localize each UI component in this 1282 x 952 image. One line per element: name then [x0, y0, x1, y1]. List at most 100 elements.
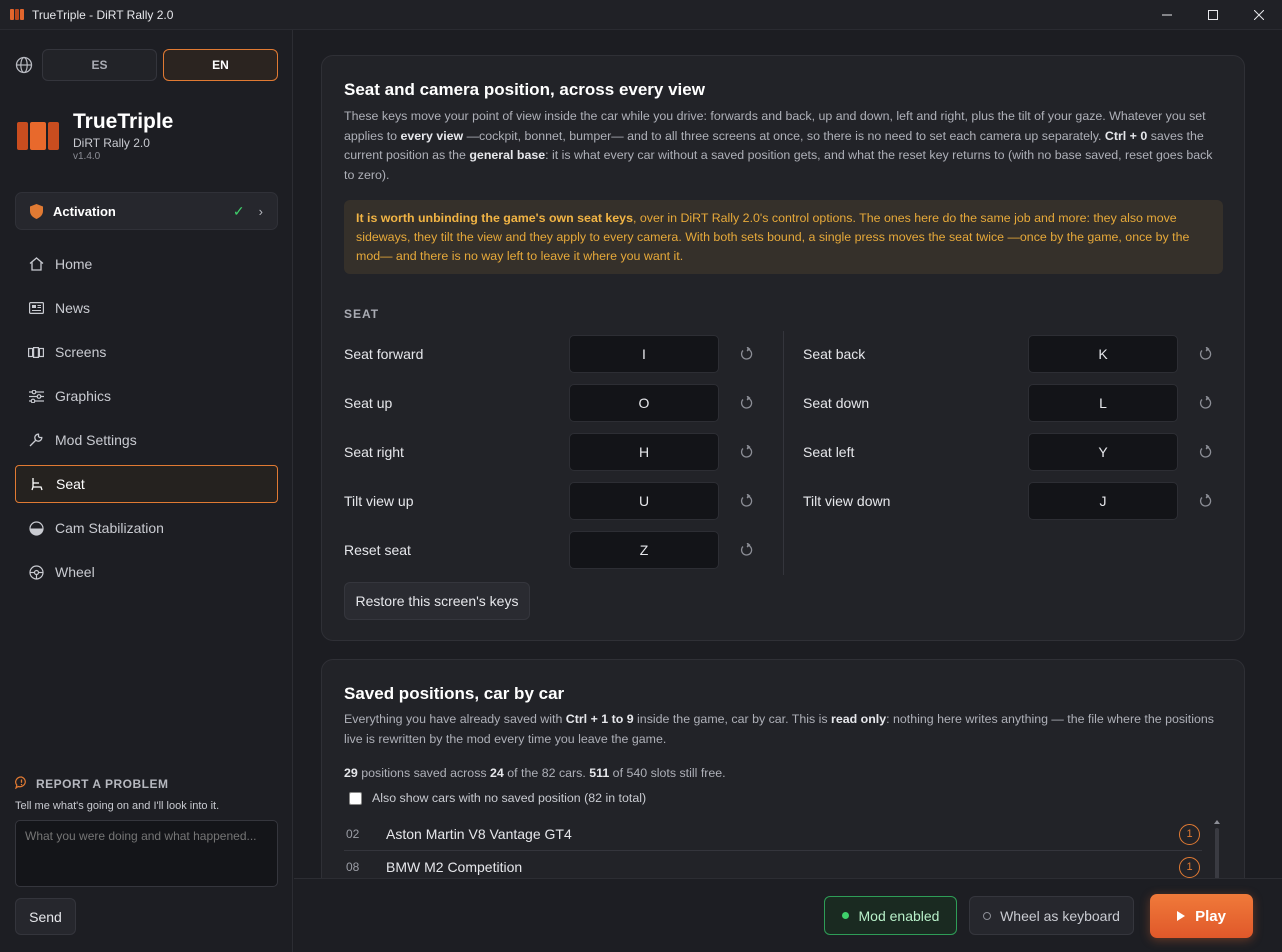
key-row-reset-seat: Reset seat Z — [344, 531, 754, 569]
key-row-tilt-view-down: Tilt view down J — [803, 482, 1213, 520]
sidebar-item-mod-settings[interactable]: Mod Settings — [15, 421, 278, 459]
sidebar-item-label: Wheel — [55, 564, 95, 580]
brand-version: v1.4.0 — [73, 151, 101, 162]
key-binding[interactable]: I — [569, 335, 719, 373]
sidebar-item-seat[interactable]: Seat — [15, 465, 278, 503]
seat-card-description: These keys move your point of view insid… — [344, 109, 1213, 182]
sidebar-item-label: Seat — [56, 476, 85, 492]
close-icon[interactable] — [1236, 0, 1282, 30]
title-bar: TrueTriple - DiRT Rally 2.0 — [0, 0, 1282, 30]
show-all-checkbox[interactable] — [349, 791, 362, 805]
language-switcher: ES EN — [15, 49, 284, 81]
saved-stats: 29 positions saved across 24 of the 82 c… — [344, 766, 726, 780]
sidebar-item-graphics[interactable]: Graphics — [15, 377, 278, 415]
reset-icon[interactable] — [740, 396, 754, 410]
column-divider — [783, 331, 784, 575]
reset-icon[interactable] — [740, 347, 754, 361]
report-textarea[interactable] — [15, 820, 278, 887]
show-all-cars-option[interactable]: Also show cars with no saved position (8… — [349, 791, 646, 805]
key-row-seat-up: Seat up O — [344, 384, 754, 422]
car-list-scrollbar[interactable] — [1214, 820, 1220, 878]
window-controls — [1144, 0, 1282, 30]
sidebar-item-cam-stabilization[interactable]: Cam Stabilization — [15, 509, 278, 547]
sidebar: ES EN TrueTriple DiRT Rally 2.0 v1.4.0 A… — [0, 30, 293, 952]
wheel-as-keyboard-label: Wheel as keyboard — [1000, 907, 1120, 924]
section-label-seat: SEAT — [344, 307, 380, 321]
list-item[interactable]: 02 Aston Martin V8 Vantage GT4 1 — [344, 818, 1202, 851]
key-binding[interactable]: U — [569, 482, 719, 520]
sidebar-item-news[interactable]: News — [15, 289, 278, 327]
screens-icon — [27, 344, 45, 360]
key-row-seat-left: Seat left Y — [803, 433, 1213, 471]
send-button[interactable]: Send — [15, 898, 76, 935]
key-binding[interactable]: Y — [1028, 433, 1178, 471]
key-label: Seat forward — [344, 346, 424, 362]
report-title-label: REPORT A PROBLEM — [36, 777, 169, 791]
report-title: REPORT A PROBLEM — [14, 776, 278, 792]
key-binding[interactable]: Z — [569, 531, 719, 569]
report-problem: REPORT A PROBLEM Tell me what's going on… — [14, 776, 278, 935]
brand: TrueTriple DiRT Rally 2.0 v1.4.0 — [17, 110, 173, 162]
sidebar-item-label: Cam Stabilization — [55, 520, 164, 536]
language-es-button[interactable]: ES — [42, 49, 157, 81]
minimize-icon[interactable] — [1144, 0, 1190, 30]
key-label: Seat left — [803, 444, 855, 460]
reset-icon[interactable] — [1199, 494, 1213, 508]
key-binding[interactable]: K — [1028, 335, 1178, 373]
wrench-icon — [27, 432, 45, 448]
scroll-thumb[interactable] — [1215, 828, 1219, 878]
restore-keys-button[interactable]: Restore this screen's keys — [344, 582, 530, 620]
seat-card-title: Seat and camera position, across every v… — [344, 80, 705, 99]
key-binding[interactable]: O — [569, 384, 719, 422]
reset-icon[interactable] — [740, 543, 754, 557]
sidebar-item-screens[interactable]: Screens — [15, 333, 278, 371]
key-label: Seat up — [344, 395, 393, 411]
sidebar-item-label: Graphics — [55, 388, 112, 404]
list-item[interactable]: 08 BMW M2 Competition 1 — [344, 851, 1202, 878]
app-icon — [10, 9, 24, 20]
car-name: Aston Martin V8 Vantage GT4 — [386, 826, 572, 842]
activation-button[interactable]: Activation ✓ › — [15, 192, 278, 230]
brand-game: DiRT Rally 2.0 — [73, 136, 150, 150]
report-description: Tell me what's going on and I'll look in… — [15, 800, 220, 812]
status-dot-icon — [841, 912, 849, 919]
home-icon — [27, 256, 45, 272]
globe-icon — [15, 56, 33, 74]
key-label: Seat right — [344, 444, 404, 460]
key-binding[interactable]: J — [1028, 482, 1178, 520]
car-name: BMW M2 Competition — [386, 859, 523, 875]
wheel-as-keyboard-toggle[interactable]: Wheel as keyboard — [969, 896, 1134, 935]
sidebar-item-label: Home — [55, 256, 93, 272]
key-row-seat-forward: Seat forward I — [344, 335, 754, 373]
sidebar-item-label: Screens — [55, 344, 107, 360]
check-icon: ✓ — [232, 202, 245, 219]
sidebar-item-home[interactable]: Home — [15, 245, 278, 283]
brand-name: TrueTriple — [73, 110, 174, 133]
reset-icon[interactable] — [740, 445, 754, 459]
key-label: Tilt view down — [803, 493, 891, 509]
key-label: Reset seat — [344, 542, 411, 558]
sidebar-item-wheel[interactable]: Wheel — [15, 553, 278, 591]
warning-box: It is worth unbinding the game's own sea… — [344, 200, 1223, 274]
news-icon — [27, 300, 45, 316]
reset-icon[interactable] — [1199, 445, 1213, 459]
maximize-icon[interactable] — [1190, 0, 1236, 30]
car-list: 02 Aston Martin V8 Vantage GT4 1 08 BMW … — [344, 818, 1202, 878]
window-title: TrueTriple - DiRT Rally 2.0 — [32, 7, 174, 22]
reset-icon[interactable] — [1199, 347, 1213, 361]
mod-enabled-toggle[interactable]: Mod enabled — [824, 896, 957, 935]
key-row-seat-back: Seat back K — [803, 335, 1213, 373]
sidebar-item-label: News — [55, 300, 91, 316]
reset-icon[interactable] — [1199, 396, 1213, 410]
key-label: Seat down — [803, 395, 870, 411]
saved-card-description: Everything you have already saved with C… — [344, 712, 1214, 746]
play-button[interactable]: Play — [1150, 894, 1253, 938]
show-all-label: Also show cars with no saved position (8… — [372, 791, 647, 805]
key-row-seat-right: Seat right H — [344, 433, 754, 471]
speech-bubble-icon — [14, 776, 28, 792]
reset-icon[interactable] — [740, 494, 754, 508]
scroll-up-icon[interactable] — [1214, 820, 1220, 824]
key-binding[interactable]: L — [1028, 384, 1178, 422]
language-en-button[interactable]: EN — [163, 49, 278, 81]
key-binding[interactable]: H — [569, 433, 719, 471]
